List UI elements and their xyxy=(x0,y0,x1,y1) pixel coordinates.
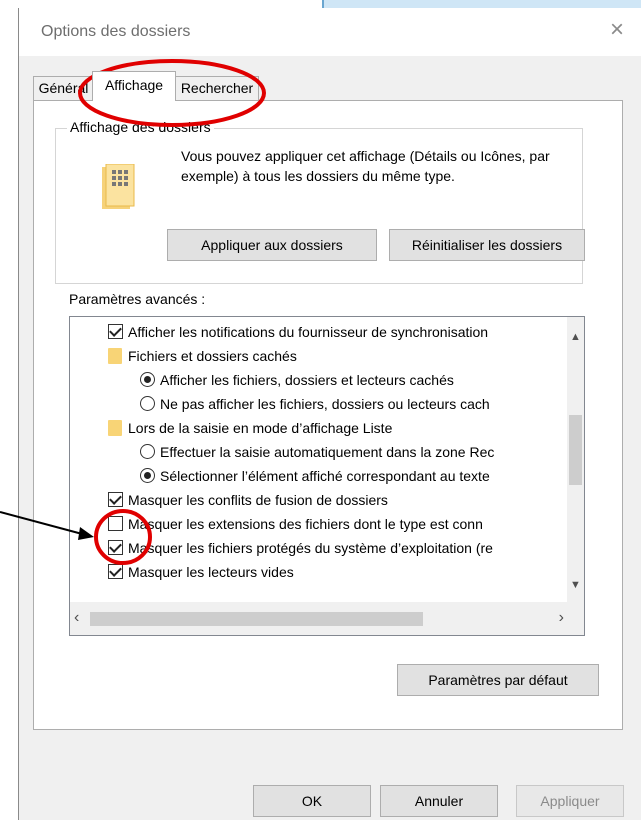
radio-button[interactable] xyxy=(140,444,155,459)
tree-row-label: Masquer les fichiers protégés du système… xyxy=(128,540,493,556)
advanced-settings-label: Paramètres avancés : xyxy=(69,291,206,307)
horizontal-scroll-thumb[interactable] xyxy=(90,612,423,626)
reset-folders-button[interactable]: Réinitialiser les dossiers xyxy=(389,229,585,261)
vertical-scrollbar[interactable]: ▲ ▼ xyxy=(567,317,584,602)
radio-button[interactable] xyxy=(140,468,155,483)
advanced-settings-tree[interactable]: Afficher les notifications du fournisseu… xyxy=(69,316,585,636)
vertical-scroll-thumb[interactable] xyxy=(569,415,582,485)
radio-button[interactable] xyxy=(140,372,155,387)
tree-row-label: Ne pas afficher les fichiers, dossiers o… xyxy=(160,396,490,412)
dialog-title: Options des dossiers xyxy=(41,23,191,40)
radio-button[interactable] xyxy=(140,396,155,411)
tree-row-label: Masquer les conflits de fusion de dossie… xyxy=(128,492,388,508)
horizontal-scrollbar[interactable]: ‹ › xyxy=(70,602,584,635)
folder-options-icon xyxy=(102,164,135,209)
tab-rechercher[interactable]: Rechercher xyxy=(175,76,259,100)
chevron-right-icon[interactable]: › xyxy=(559,609,564,627)
background-window-edge xyxy=(322,0,641,8)
tree-row-label: Fichiers et dossiers cachés xyxy=(128,348,297,364)
tree-row-label: Afficher les fichiers, dossiers et lecte… xyxy=(160,372,454,388)
tree-row-label: Lors de la saisie en mode d’affichage Li… xyxy=(128,420,393,436)
chevron-left-icon[interactable]: ‹ xyxy=(74,609,79,627)
tab-general[interactable]: Général xyxy=(33,76,94,100)
cancel-button[interactable]: Annuler xyxy=(380,785,498,817)
chevron-up-icon[interactable]: ▲ xyxy=(567,331,584,343)
checkbox[interactable] xyxy=(108,540,123,555)
restore-defaults-button[interactable]: Paramètres par défaut xyxy=(397,664,599,696)
background-window-strip xyxy=(0,0,641,8)
apply-button[interactable]: Appliquer xyxy=(516,785,624,817)
checkbox[interactable] xyxy=(108,492,123,507)
ok-button[interactable]: OK xyxy=(253,785,371,817)
checkbox[interactable] xyxy=(108,564,123,579)
checkbox[interactable] xyxy=(108,324,123,339)
chevron-down-icon[interactable]: ▼ xyxy=(567,579,584,591)
folder-icon xyxy=(108,348,122,364)
tree-row-label: Masquer les lecteurs vides xyxy=(128,564,294,580)
checkbox[interactable] xyxy=(108,516,123,531)
tree-row-label: Afficher les notifications du fournisseu… xyxy=(128,324,489,340)
folder-views-title: Affichage des dossiers xyxy=(67,119,214,135)
folder-views-description: Vous pouvez appliquer cet affichage (Dét… xyxy=(181,148,550,184)
apply-to-folders-button[interactable]: Appliquer aux dossiers xyxy=(167,229,377,261)
folder-icon xyxy=(108,420,122,436)
tree-row-label: Sélectionner l’élément affiché correspon… xyxy=(160,468,490,484)
tree-row-label: Effectuer la saisie automatiquement dans… xyxy=(160,444,495,460)
tab-affichage[interactable]: Affichage xyxy=(92,71,176,101)
folder-options-dialog: Options des dossiers × Général Affichage… xyxy=(18,8,641,820)
title-bar: Options des dossiers × xyxy=(19,8,641,56)
tree-row-label: Masquer les extensions des fichiers dont… xyxy=(128,516,483,532)
close-icon[interactable]: × xyxy=(603,16,631,44)
